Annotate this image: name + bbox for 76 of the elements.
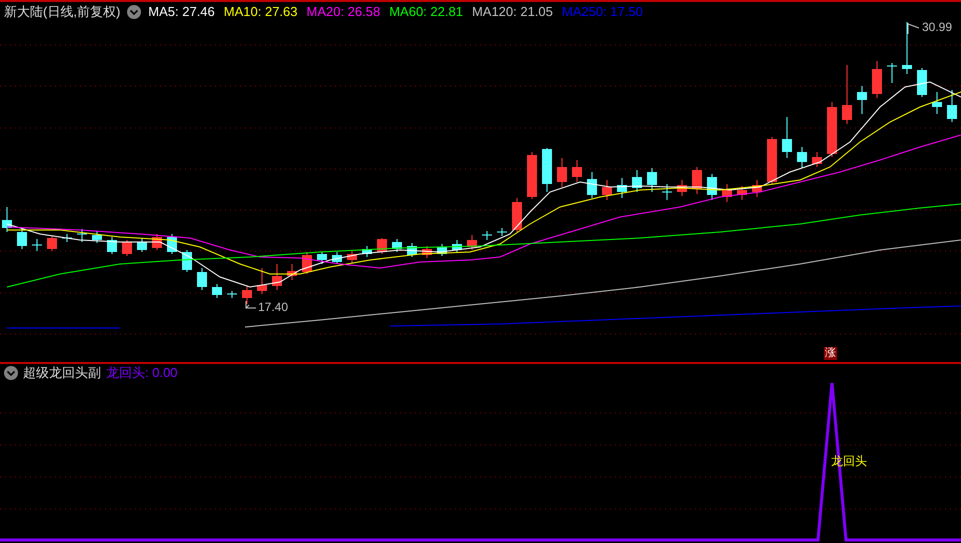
high-price-label: 30.99 bbox=[922, 19, 952, 36]
signal-badge: 涨 bbox=[824, 347, 837, 360]
candlestick-icon bbox=[782, 116, 792, 158]
candlestick-icon bbox=[542, 148, 552, 192]
candlestick-icon bbox=[512, 198, 522, 232]
candlestick-icon bbox=[137, 238, 147, 252]
candlestick-icon bbox=[857, 86, 867, 114]
candlestick-icon bbox=[287, 264, 297, 280]
candlestick-icon bbox=[152, 234, 162, 250]
candlestick-icon bbox=[677, 180, 687, 196]
candlestick-icon bbox=[437, 244, 447, 256]
candlestick-icon bbox=[947, 90, 957, 122]
candlestick-icon bbox=[347, 250, 357, 264]
pointer-icon bbox=[908, 22, 920, 34]
candlestick-icon bbox=[737, 186, 747, 200]
dropdown-icon[interactable] bbox=[127, 5, 142, 19]
low-price-label: 17.40 bbox=[258, 299, 288, 316]
candlestick-icon bbox=[107, 236, 117, 254]
candlestick-icon bbox=[692, 166, 702, 194]
candlestick-icon bbox=[272, 264, 282, 290]
candlestick-icon bbox=[76, 228, 88, 242]
moving-average-value: MA20: 26.58 bbox=[306, 3, 380, 22]
candlestick-icon bbox=[917, 68, 927, 98]
candlestick-icon bbox=[662, 184, 672, 200]
candlestick-icon bbox=[722, 184, 732, 202]
indicator-title: 超级龙回头副 bbox=[23, 364, 101, 382]
candlestick-icon bbox=[242, 286, 252, 304]
candlestick-icon bbox=[92, 230, 102, 244]
candlestick-icon bbox=[872, 60, 882, 98]
candlestick-icon bbox=[62, 234, 72, 242]
moving-average-value: MA5: 27.46 bbox=[148, 3, 215, 22]
candlestick-icon bbox=[332, 252, 342, 264]
candlestick-icon bbox=[467, 234, 477, 250]
candlestick-icon bbox=[407, 242, 417, 258]
candlestick-icon bbox=[482, 230, 492, 240]
candlestick-icon bbox=[212, 284, 222, 298]
candlestick-icon bbox=[32, 238, 42, 252]
dropdown-icon[interactable] bbox=[4, 366, 18, 380]
candlestick-icon bbox=[707, 174, 717, 200]
candlestick-icon bbox=[602, 180, 612, 200]
candlestick-icon bbox=[17, 228, 27, 250]
candlestick-icon bbox=[842, 64, 852, 124]
candlestick-icon bbox=[2, 206, 12, 232]
candlestick-icon bbox=[632, 170, 642, 192]
candlestick-icon bbox=[812, 152, 822, 168]
candlestick-icon bbox=[496, 228, 508, 236]
pointer-icon bbox=[246, 300, 256, 308]
candlestick-icon bbox=[752, 180, 762, 198]
candlestick-icon bbox=[257, 268, 267, 294]
candlestick-icon bbox=[362, 246, 372, 258]
candlestick-icon bbox=[827, 102, 837, 158]
moving-average-value: MA60: 22.81 bbox=[389, 3, 463, 22]
moving-average-value: MA10: 27.63 bbox=[224, 3, 298, 22]
candlestick-icon bbox=[572, 160, 582, 182]
candlestick-icon bbox=[452, 240, 462, 252]
candlestick-icon bbox=[317, 252, 327, 264]
candlestick-icon bbox=[122, 240, 132, 256]
candlestick-icon bbox=[587, 172, 597, 198]
candlestick-icon bbox=[197, 268, 207, 290]
candlestick-icon bbox=[557, 158, 567, 188]
candlestick-icon bbox=[932, 92, 942, 114]
candlestick-icon bbox=[47, 236, 57, 252]
candlestick-icon bbox=[767, 136, 777, 184]
candlestick-icon bbox=[422, 246, 432, 258]
candlestick-icon bbox=[226, 290, 238, 298]
moving-average-value: MA250: 17.50 bbox=[562, 3, 643, 22]
candlestick-icon bbox=[392, 238, 402, 252]
indicator-value: 龙回头: 0.00 bbox=[106, 364, 178, 382]
chart-title: 新大陆(日线,前复权) bbox=[4, 3, 120, 22]
candlestick-icon bbox=[647, 168, 657, 192]
moving-average-value: MA120: 21.05 bbox=[472, 3, 553, 22]
candlestick-icon bbox=[902, 22, 912, 74]
candlestick-icon bbox=[797, 146, 807, 168]
candlestick-icon bbox=[617, 178, 627, 198]
candlestick-icon bbox=[886, 62, 898, 84]
candlestick-icon bbox=[527, 152, 537, 200]
